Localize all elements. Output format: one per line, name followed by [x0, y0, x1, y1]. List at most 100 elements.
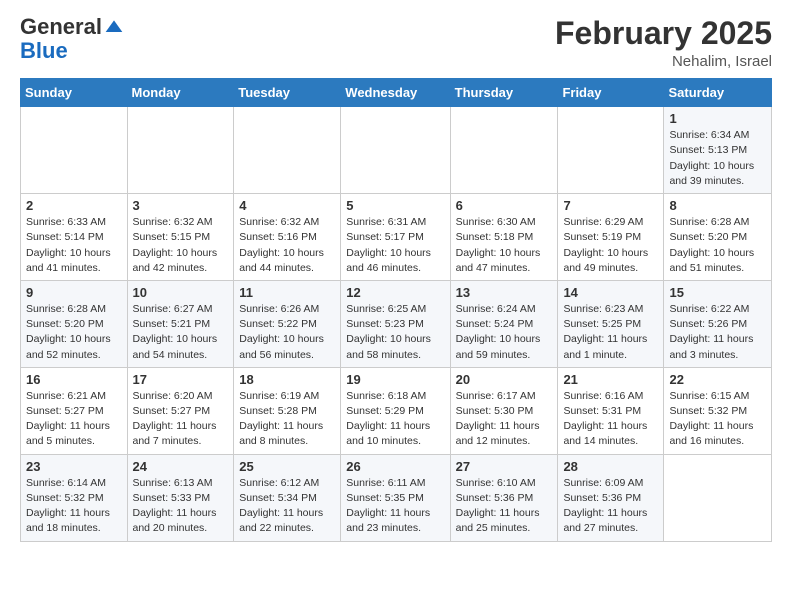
day-number: 9 [26, 285, 122, 300]
day-info: Sunrise: 6:17 AM Sunset: 5:30 PM Dayligh… [456, 389, 553, 450]
calendar-cell: 11 Sunrise: 6:26 AM Sunset: 5:22 PM Dayli… [234, 280, 341, 367]
day-info: Sunrise: 6:11 AM Sunset: 5:35 PM Dayligh… [346, 476, 444, 537]
calendar-cell [234, 107, 341, 194]
calendar-cell [127, 107, 234, 194]
logo-blue-text: Blue [20, 38, 68, 63]
day-info: Sunrise: 6:27 AM Sunset: 5:21 PM Dayligh… [133, 302, 229, 363]
day-info: Sunrise: 6:34 AM Sunset: 5:13 PM Dayligh… [669, 128, 766, 189]
day-info: Sunrise: 6:29 AM Sunset: 5:19 PM Dayligh… [563, 215, 658, 276]
day-info: Sunrise: 6:30 AM Sunset: 5:18 PM Dayligh… [456, 215, 553, 276]
day-number: 25 [239, 459, 335, 474]
calendar-cell: 8 Sunrise: 6:28 AM Sunset: 5:20 PM Daylig… [664, 194, 772, 281]
day-number: 27 [456, 459, 553, 474]
day-info: Sunrise: 6:16 AM Sunset: 5:31 PM Dayligh… [563, 389, 658, 450]
logo-general-text: General [20, 16, 102, 38]
calendar-cell: 28Sunrise: 6:09 AM Sunset: 5:36 PM Dayli… [558, 454, 664, 541]
calendar-cell: 5Sunrise: 6:31 AM Sunset: 5:17 PM Daylig… [341, 194, 450, 281]
day-info: Sunrise: 6:12 AM Sunset: 5:34 PM Dayligh… [239, 476, 335, 537]
week-row-3: 16 Sunrise: 6:21 AM Sunset: 5:27 PM Dayli… [21, 367, 772, 454]
calendar-cell: 10 Sunrise: 6:27 AM Sunset: 5:21 PM Dayli… [127, 280, 234, 367]
calendar-cell: 12 Sunrise: 6:25 AM Sunset: 5:23 PM Dayli… [341, 280, 450, 367]
header-monday: Monday [127, 79, 234, 107]
calendar-cell: 25 Sunrise: 6:12 AM Sunset: 5:34 PM Dayli… [234, 454, 341, 541]
day-number: 23 [26, 459, 122, 474]
calendar-table: SundayMondayTuesdayWednesdayThursdayFrid… [20, 78, 772, 541]
calendar-cell: 3 Sunrise: 6:32 AM Sunset: 5:15 PM Daylig… [127, 194, 234, 281]
calendar-cell: 27 Sunrise: 6:10 AM Sunset: 5:36 PM Dayli… [450, 454, 558, 541]
day-info: Sunrise: 6:31 AM Sunset: 5:17 PM Dayligh… [346, 215, 444, 276]
day-number: 14 [563, 285, 658, 300]
calendar-cell [664, 454, 772, 541]
day-info: Sunrise: 6:21 AM Sunset: 5:27 PM Dayligh… [26, 389, 122, 450]
calendar-cell: 19Sunrise: 6:18 AM Sunset: 5:29 PM Dayli… [341, 367, 450, 454]
day-number: 20 [456, 372, 553, 387]
day-info: Sunrise: 6:13 AM Sunset: 5:33 PM Dayligh… [133, 476, 229, 537]
header-wednesday: Wednesday [341, 79, 450, 107]
calendar-cell: 22Sunrise: 6:15 AM Sunset: 5:32 PM Dayli… [664, 367, 772, 454]
calendar-cell [21, 107, 128, 194]
calendar-cell: 1 Sunrise: 6:34 AM Sunset: 5:13 PM Daylig… [664, 107, 772, 194]
calendar-cell: 6 Sunrise: 6:30 AM Sunset: 5:18 PM Daylig… [450, 194, 558, 281]
header-friday: Friday [558, 79, 664, 107]
day-number: 6 [456, 198, 553, 213]
day-info: Sunrise: 6:32 AM Sunset: 5:16 PM Dayligh… [239, 215, 335, 276]
location: Nehalim, Israel [555, 53, 772, 70]
page: General Blue February 2025 Nehalim, Isra… [0, 0, 792, 612]
day-number: 8 [669, 198, 766, 213]
calendar-cell: 23 Sunrise: 6:14 AM Sunset: 5:32 PM Dayli… [21, 454, 128, 541]
day-info: Sunrise: 6:28 AM Sunset: 5:20 PM Dayligh… [669, 215, 766, 276]
day-number: 15 [669, 285, 766, 300]
day-info: Sunrise: 6:32 AM Sunset: 5:15 PM Dayligh… [133, 215, 229, 276]
calendar-cell: 7Sunrise: 6:29 AM Sunset: 5:19 PM Daylig… [558, 194, 664, 281]
month-title: February 2025 [555, 16, 772, 51]
calendar-cell: 4 Sunrise: 6:32 AM Sunset: 5:16 PM Daylig… [234, 194, 341, 281]
calendar-cell: 18 Sunrise: 6:19 AM Sunset: 5:28 PM Dayli… [234, 367, 341, 454]
header-thursday: Thursday [450, 79, 558, 107]
day-info: Sunrise: 6:19 AM Sunset: 5:28 PM Dayligh… [239, 389, 335, 450]
week-row-1: 2 Sunrise: 6:33 AM Sunset: 5:14 PM Daylig… [21, 194, 772, 281]
day-info: Sunrise: 6:10 AM Sunset: 5:36 PM Dayligh… [456, 476, 553, 537]
day-info: Sunrise: 6:23 AM Sunset: 5:25 PM Dayligh… [563, 302, 658, 363]
day-info: Sunrise: 6:26 AM Sunset: 5:22 PM Dayligh… [239, 302, 335, 363]
logo: General Blue [20, 16, 124, 64]
calendar-cell [341, 107, 450, 194]
title-block: February 2025 Nehalim, Israel [555, 16, 772, 70]
calendar-cell [450, 107, 558, 194]
calendar-cell: 9Sunrise: 6:28 AM Sunset: 5:20 PM Daylig… [21, 280, 128, 367]
day-number: 12 [346, 285, 444, 300]
day-number: 16 [26, 372, 122, 387]
day-number: 22 [669, 372, 766, 387]
day-info: Sunrise: 6:24 AM Sunset: 5:24 PM Dayligh… [456, 302, 553, 363]
week-row-4: 23 Sunrise: 6:14 AM Sunset: 5:32 PM Dayli… [21, 454, 772, 541]
calendar-cell: 2 Sunrise: 6:33 AM Sunset: 5:14 PM Daylig… [21, 194, 128, 281]
day-info: Sunrise: 6:25 AM Sunset: 5:23 PM Dayligh… [346, 302, 444, 363]
day-number: 24 [133, 459, 229, 474]
week-row-0: 1 Sunrise: 6:34 AM Sunset: 5:13 PM Daylig… [21, 107, 772, 194]
day-number: 4 [239, 198, 335, 213]
calendar-cell: 21 Sunrise: 6:16 AM Sunset: 5:31 PM Dayli… [558, 367, 664, 454]
day-info: Sunrise: 6:09 AM Sunset: 5:36 PM Dayligh… [563, 476, 658, 537]
calendar-cell: 14 Sunrise: 6:23 AM Sunset: 5:25 PM Dayli… [558, 280, 664, 367]
day-number: 21 [563, 372, 658, 387]
header-saturday: Saturday [664, 79, 772, 107]
calendar-cell [558, 107, 664, 194]
day-number: 17 [133, 372, 229, 387]
calendar-cell: 13Sunrise: 6:24 AM Sunset: 5:24 PM Dayli… [450, 280, 558, 367]
header-sunday: Sunday [21, 79, 128, 107]
day-number: 2 [26, 198, 122, 213]
header-tuesday: Tuesday [234, 79, 341, 107]
logo-icon [104, 17, 124, 37]
day-number: 10 [133, 285, 229, 300]
day-info: Sunrise: 6:20 AM Sunset: 5:27 PM Dayligh… [133, 389, 229, 450]
day-info: Sunrise: 6:33 AM Sunset: 5:14 PM Dayligh… [26, 215, 122, 276]
day-number: 11 [239, 285, 335, 300]
calendar-header-row: SundayMondayTuesdayWednesdayThursdayFrid… [21, 79, 772, 107]
day-number: 1 [669, 111, 766, 126]
day-info: Sunrise: 6:22 AM Sunset: 5:26 PM Dayligh… [669, 302, 766, 363]
day-number: 3 [133, 198, 229, 213]
day-number: 19 [346, 372, 444, 387]
calendar-cell: 16 Sunrise: 6:21 AM Sunset: 5:27 PM Dayli… [21, 367, 128, 454]
day-number: 18 [239, 372, 335, 387]
calendar-cell: 24 Sunrise: 6:13 AM Sunset: 5:33 PM Dayli… [127, 454, 234, 541]
day-info: Sunrise: 6:14 AM Sunset: 5:32 PM Dayligh… [26, 476, 122, 537]
